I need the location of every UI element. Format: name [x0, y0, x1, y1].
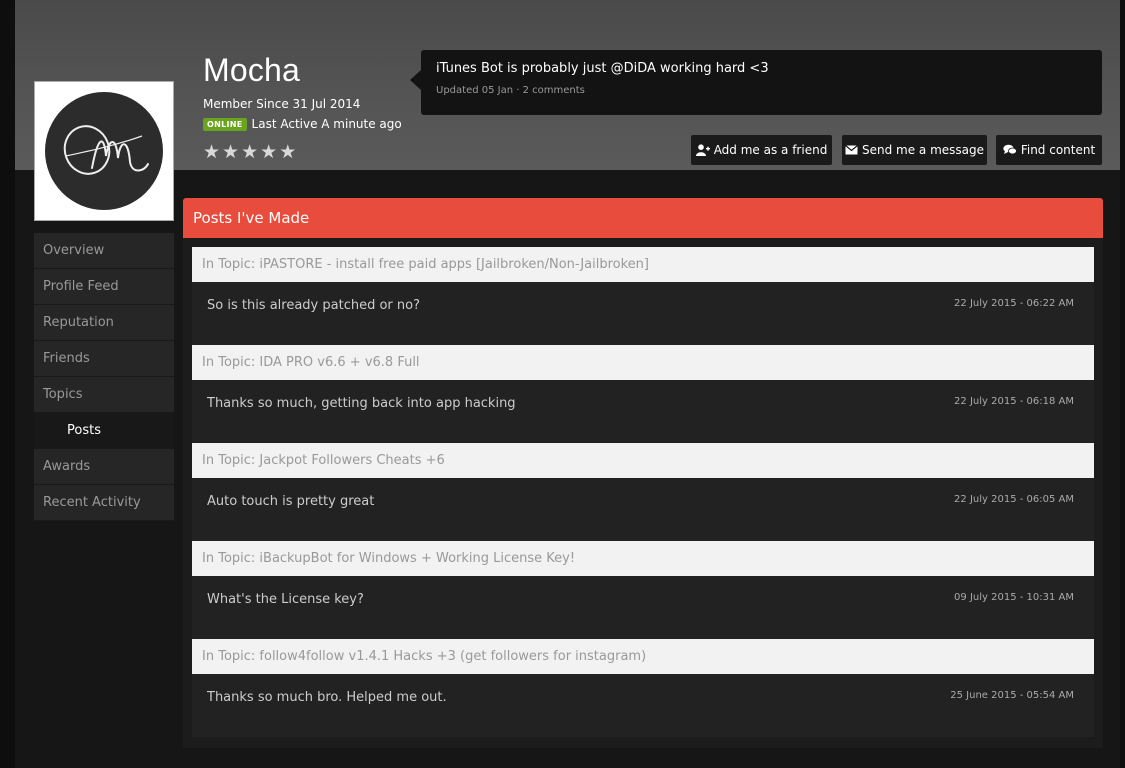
star-icon[interactable]: ★ — [241, 143, 258, 162]
send-message-label: Send me a message — [861, 143, 985, 157]
profile-username: Mocha — [203, 52, 301, 88]
star-icon[interactable]: ★ — [279, 143, 296, 162]
online-badge: ONLINE — [203, 117, 247, 131]
comments-icon — [1003, 144, 1017, 155]
post-date[interactable]: 22 July 2015 - 06:05 AM — [954, 494, 1074, 505]
post-body: Thanks so much bro. Helped me out. 25 Ju… — [192, 674, 1094, 737]
send-message-button[interactable]: Send me a message — [842, 135, 987, 165]
posts-section-title: Posts I've Made — [183, 198, 1103, 238]
post-body: Auto touch is pretty great 22 July 2015 … — [192, 478, 1094, 541]
sidebar-item-topics[interactable]: Topics — [34, 377, 174, 413]
member-since-text: Member Since 31 Jul 2014 — [203, 97, 361, 111]
post-topic-link[interactable]: In Topic: IDA PRO v6.6 + v6.8 Full — [192, 345, 1094, 380]
find-content-label: Find content — [1020, 143, 1096, 157]
sidebar-item-friends[interactable]: Friends — [34, 341, 174, 377]
sidebar-item-reputation[interactable]: Reputation — [34, 305, 174, 341]
status-text: iTunes Bot is probably just @DiDA workin… — [436, 61, 769, 76]
envelope-icon — [845, 145, 858, 155]
post-text: Auto touch is pretty great — [207, 494, 375, 509]
sidebar-item-awards[interactable]: Awards — [34, 449, 174, 485]
post-item: In Topic: iBackupBot for Windows + Worki… — [192, 541, 1094, 639]
star-icon[interactable]: ★ — [203, 143, 220, 162]
sidebar-item-posts[interactable]: Posts — [34, 413, 174, 449]
star-icon[interactable]: ★ — [222, 143, 239, 162]
post-topic-link[interactable]: In Topic: Jackpot Followers Cheats +6 — [192, 443, 1094, 478]
post-date[interactable]: 22 July 2015 - 06:22 AM — [954, 298, 1074, 309]
add-friend-label: Add me as a friend — [713, 143, 828, 157]
status-bubble-arrow — [410, 70, 421, 90]
avatar[interactable] — [34, 81, 174, 221]
post-item: In Topic: Jackpot Followers Cheats +6 Au… — [192, 443, 1094, 541]
post-body: So is this already patched or no? 22 Jul… — [192, 282, 1094, 345]
post-item: In Topic: IDA PRO v6.6 + v6.8 Full Thank… — [192, 345, 1094, 443]
sidebar-item-recent-activity[interactable]: Recent Activity — [34, 485, 174, 521]
monogram-logo — [63, 125, 149, 175]
star-icon[interactable]: ★ — [260, 143, 277, 162]
sidebar-item-profile-feed[interactable]: Profile Feed — [34, 269, 174, 305]
post-text: What's the License key? — [207, 592, 364, 607]
post-date[interactable]: 09 July 2015 - 10:31 AM — [954, 592, 1074, 603]
post-topic-link[interactable]: In Topic: iPASTORE - install free paid a… — [192, 247, 1094, 282]
post-topic-link[interactable]: In Topic: follow4follow v1.4.1 Hacks +3 … — [192, 639, 1094, 674]
sidebar-item-overview[interactable]: Overview — [34, 233, 174, 269]
post-text: Thanks so much bro. Helped me out. — [207, 690, 447, 705]
post-body: Thanks so much, getting back into app ha… — [192, 380, 1094, 443]
online-status-row: ONLINE Last Active A minute ago — [203, 117, 402, 131]
add-friend-button[interactable]: Add me as a friend — [691, 135, 832, 165]
profile-sidebar: Overview Profile Feed Reputation Friends… — [34, 233, 174, 521]
post-body: What's the License key? 09 July 2015 - 1… — [192, 576, 1094, 639]
rating-stars[interactable]: ★ ★ ★ ★ ★ — [203, 143, 296, 162]
post-text: So is this already patched or no? — [207, 298, 420, 313]
page-right-edge — [1120, 0, 1125, 768]
post-item: In Topic: iPASTORE - install free paid a… — [192, 247, 1094, 345]
post-item: In Topic: follow4follow v1.4.1 Hacks +3 … — [192, 639, 1094, 737]
add-user-icon — [695, 144, 710, 156]
page-left-edge — [0, 0, 15, 768]
avatar-monogram — [45, 92, 163, 210]
post-date[interactable]: 22 July 2015 - 06:18 AM — [954, 396, 1074, 407]
status-update: iTunes Bot is probably just @DiDA workin… — [421, 50, 1102, 115]
find-content-button[interactable]: Find content — [996, 135, 1102, 165]
status-meta[interactable]: Updated 05 Jan · 2 comments — [436, 85, 585, 96]
post-topic-link[interactable]: In Topic: iBackupBot for Windows + Worki… — [192, 541, 1094, 576]
last-active-text: Last Active A minute ago — [251, 117, 402, 131]
post-date[interactable]: 25 June 2015 - 05:54 AM — [950, 690, 1074, 701]
post-text: Thanks so much, getting back into app ha… — [207, 396, 516, 411]
